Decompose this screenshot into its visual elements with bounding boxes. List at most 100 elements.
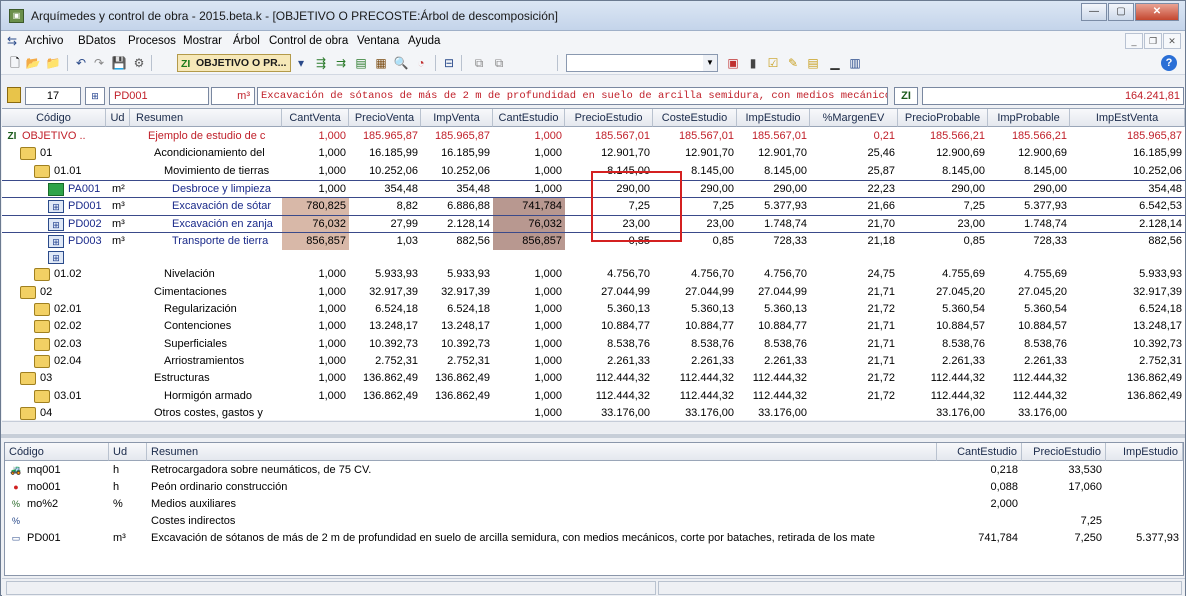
col-margen[interactable]: %MargenEV — [810, 109, 898, 127]
partida-icon[interactable]: ⊞ — [48, 251, 64, 265]
cell-ce[interactable]: 856,857 — [493, 232, 565, 250]
col-impestventa[interactable]: ImpEstVenta — [1070, 109, 1185, 127]
cell-iv[interactable]: 5.933,93 — [421, 266, 493, 283]
cell-ie[interactable]: 1.748,74 — [737, 216, 810, 233]
cell-ip[interactable]: 1.748,74 — [988, 216, 1070, 233]
cell-m[interactable]: 21,71 — [810, 318, 898, 335]
folder-icon[interactable] — [20, 372, 36, 386]
cell-ie[interactable]: 728,33 — [737, 233, 810, 250]
cell-resumen[interactable]: Desbroce y limpieza — [172, 181, 280, 198]
open-folder-icon[interactable]: 📂 — [25, 55, 41, 71]
cell-cv[interactable]: 1,000 — [282, 284, 349, 301]
bcell-ud[interactable] — [113, 513, 143, 530]
cell-ie[interactable]: 8.538,76 — [737, 336, 810, 353]
cell-m[interactable]: 24,75 — [810, 266, 898, 283]
cell-iev[interactable]: 6.524,18 — [1070, 301, 1185, 318]
cell-cv[interactable]: 1,000 — [282, 318, 349, 335]
cell-iev[interactable] — [1070, 405, 1185, 420]
cell-m[interactable]: 21,71 — [810, 336, 898, 353]
cell-codigo[interactable]: 01 — [40, 145, 120, 162]
folder-icon[interactable] — [34, 164, 50, 178]
cell-cv[interactable]: 1,000 — [282, 353, 349, 370]
cell-iev[interactable]: 185.965,87 — [1070, 128, 1185, 145]
cell-ud[interactable] — [112, 336, 130, 353]
cell-ce[interactable]: 76,032 — [493, 215, 565, 233]
cell-pp[interactable]: 5.360,54 — [898, 301, 988, 318]
cell-pe[interactable]: 4.756,70 — [565, 266, 653, 283]
bcol-cantestudio[interactable]: CantEstudio — [937, 443, 1022, 461]
cell-pe[interactable]: 8.538,76 — [565, 336, 653, 353]
cell-pv[interactable]: 10.252,06 — [349, 163, 421, 180]
document-dropdown-icon[interactable]: ▾ — [293, 55, 309, 71]
cell-pv[interactable]: 6.524,18 — [349, 301, 421, 318]
cell-ce[interactable]: 1,000 — [493, 388, 565, 405]
cell-iv[interactable]: 2.752,31 — [421, 353, 493, 370]
cell-ip[interactable]: 290,00 — [988, 181, 1070, 198]
cell-ip[interactable]: 10.884,57 — [988, 318, 1070, 335]
bcell-pe[interactable] — [1022, 496, 1106, 513]
table-row[interactable]: 01 Acondicionamiento del 1,000 16.185,99 16.… — [2, 145, 1185, 162]
cell-pp[interactable]: 185.566,21 — [898, 128, 988, 145]
cell-m[interactable]: 21,71 — [810, 353, 898, 370]
cell-resumen[interactable]: Estructuras — [154, 370, 282, 387]
cell-m[interactable] — [810, 405, 898, 420]
cell-resumen[interactable]: Regularización — [164, 301, 292, 318]
cell-pp[interactable]: 8.538,76 — [898, 336, 988, 353]
cell-ip[interactable]: 5.377,93 — [988, 198, 1070, 215]
cell-ce[interactable]: 1,000 — [493, 284, 565, 301]
cell-iv[interactable]: 136.862,49 — [421, 370, 493, 387]
breakdown-row[interactable]: 🚜 mq001 h Retrocargadora sobre neumáticos, … — [5, 462, 1183, 479]
cell-ud[interactable] — [112, 405, 130, 420]
cell-m[interactable]: 21,71 — [810, 284, 898, 301]
cell-iv[interactable]: 10.392,73 — [421, 336, 493, 353]
folder-icon[interactable] — [34, 303, 50, 316]
cell-iev[interactable] — [1070, 249, 1185, 266]
active-document-selector[interactable]: ZI OBJETIVO O PR... — [177, 54, 291, 72]
attach-icon[interactable]: ▮ — [745, 55, 761, 71]
cell-ip[interactable]: 33.176,00 — [988, 405, 1070, 420]
cell-m[interactable]: 21,72 — [810, 370, 898, 387]
cell-codigo[interactable]: PD002 — [68, 216, 148, 233]
cell-resumen[interactable]: Cimentaciones — [154, 284, 282, 301]
cell-ie[interactable]: 5.360,13 — [737, 301, 810, 318]
col-codigo[interactable]: Código — [2, 109, 106, 127]
cell-ip[interactable]: 728,33 — [988, 233, 1070, 250]
cell-ud[interactable]: m³ — [112, 198, 130, 215]
cell-pv[interactable] — [349, 405, 421, 420]
cell-iev[interactable]: 10.392,73 — [1070, 336, 1185, 353]
bcell-code[interactable]: mq001 — [27, 462, 107, 479]
partida-icon[interactable]: ⊞ — [48, 217, 64, 231]
cell-pv[interactable]: 32.917,39 — [349, 284, 421, 301]
bcell-resumen[interactable]: Retrocargadora sobre neumáticos, de 75 C… — [151, 462, 935, 479]
bcell-resumen[interactable]: Medios auxiliares — [151, 496, 935, 513]
bcell-ie[interactable] — [1106, 462, 1183, 479]
edit-icon[interactable]: ✎ — [785, 55, 801, 71]
bcell-code[interactable]: mo%2 — [27, 496, 107, 513]
cell-pv[interactable]: 27,99 — [349, 216, 421, 233]
cell-codigo[interactable]: PA001 — [68, 181, 148, 198]
cell-ud[interactable]: m³ — [112, 233, 130, 250]
bcell-pe[interactable]: 7,25 — [1022, 513, 1106, 530]
cell-ud[interactable] — [112, 163, 130, 180]
cell-ce[interactable]: 1,000 — [493, 405, 565, 420]
cell-m[interactable]: 0,21 — [810, 128, 898, 145]
cell-m[interactable]: 25,46 — [810, 145, 898, 162]
redo-icon[interactable]: ↷ — [91, 55, 107, 71]
cell-m[interactable]: 21,18 — [810, 233, 898, 250]
table-icon[interactable]: ▥ — [847, 55, 863, 71]
book-icon[interactable]: ▤ — [805, 55, 821, 71]
cell-ud[interactable]: m² — [112, 181, 130, 198]
col-precioestudio[interactable]: PrecioEstudio — [565, 109, 653, 127]
cell-cse[interactable]: 112.444,32 — [653, 370, 737, 387]
partida-icon[interactable]: ⊞ — [48, 234, 64, 248]
cell-iv[interactable]: 354,48 — [421, 181, 493, 198]
cell-resumen[interactable]: Otros costes, gastos y — [154, 405, 282, 420]
cell-cv[interactable] — [282, 249, 349, 266]
bcell-ud[interactable]: % — [113, 496, 143, 513]
mdi-minimize-button[interactable]: _ — [1125, 33, 1143, 49]
cell-pe[interactable]: 12.901,70 — [565, 145, 653, 162]
bcell-resumen[interactable]: Peón ordinario construcción — [151, 479, 935, 496]
cell-ud[interactable] — [112, 145, 130, 162]
menu-procesos[interactable]: Procesos — [128, 35, 176, 47]
cell-cse[interactable]: 12.901,70 — [653, 145, 737, 162]
